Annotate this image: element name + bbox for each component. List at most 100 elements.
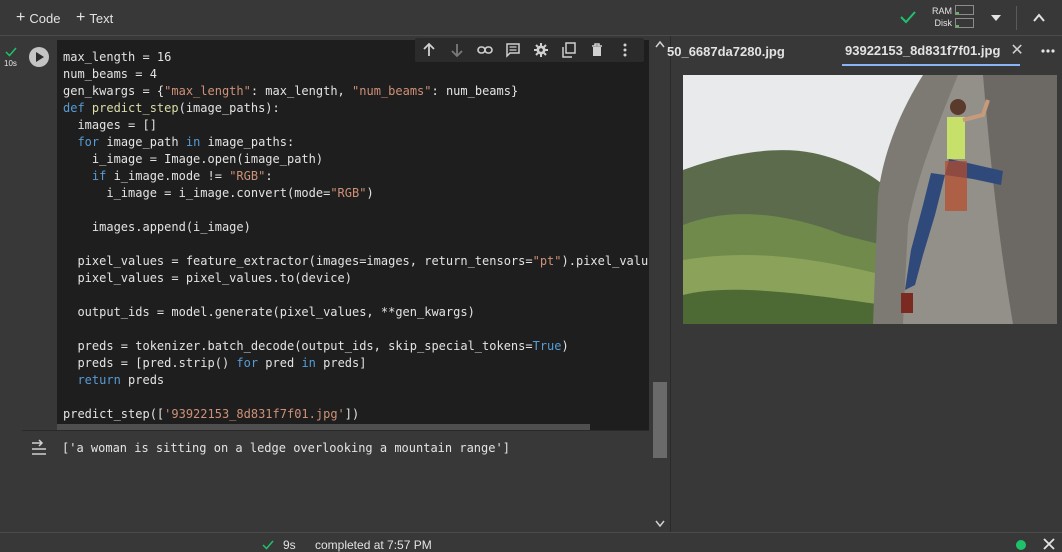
settings-button[interactable] — [527, 39, 555, 61]
code-token: i_image.mode != — [106, 169, 230, 183]
code-line: pixel_values = pixel_values.to(device) — [63, 270, 649, 287]
output-text: ['a woman is sitting on a ledge overlook… — [62, 441, 510, 455]
link-icon — [477, 46, 493, 54]
add-text-label: Text — [89, 10, 114, 26]
run-cell-button[interactable] — [29, 47, 49, 67]
chevron-up-icon[interactable] — [1030, 9, 1048, 27]
code-token: ) — [561, 339, 569, 353]
add-code-button[interactable]: + Code — [16, 9, 60, 27]
code-token: "max_length" — [164, 84, 251, 98]
code-token: images = [] — [63, 118, 157, 132]
code-editor[interactable]: max_length = 16 num_beams = 4 gen_kwargs =… — [57, 40, 649, 432]
scrollbar-thumb[interactable] — [653, 382, 667, 458]
ram-meter-fill — [956, 12, 959, 14]
image-viewer-pane: 50_6687da7280.jpg 93922153_8d831f7f01.jp… — [667, 36, 1062, 532]
code-token: images.append(i_image) — [63, 220, 251, 234]
code-token: preds] — [315, 356, 367, 370]
code-line: predict_step(['93922153_8d831f7f01.jpg']… — [63, 406, 649, 423]
exec-check-icon — [5, 47, 17, 57]
code-line: i_image = Image.open(image_path) — [63, 151, 649, 168]
comment-button[interactable] — [499, 39, 527, 61]
code-token: image_path — [99, 135, 186, 149]
code-token: pred — [258, 356, 302, 370]
plus-icon: + — [16, 9, 26, 26]
plus-icon: + — [76, 9, 86, 26]
arrow-up-icon — [423, 42, 435, 56]
code-token: def — [63, 101, 92, 115]
mirror-cell-button[interactable] — [555, 39, 583, 61]
code-token: max_length = 16 — [63, 50, 172, 64]
run-area — [22, 40, 57, 432]
more-horiz-icon[interactable] — [1040, 43, 1056, 59]
disk-meter-fill — [956, 25, 959, 27]
code-token: : max_length, — [250, 84, 353, 98]
resource-labels[interactable]: RAM Disk — [930, 5, 952, 29]
code-line: if i_image.mode != "RGB": — [63, 168, 649, 185]
code-lines: max_length = 16 num_beams = 4 gen_kwargs =… — [63, 49, 649, 423]
code-line: preds = tokenizer.batch_decode(output_id… — [63, 338, 649, 355]
close-icon[interactable]: ✕ — [1010, 40, 1023, 60]
code-line: gen_kwargs = {"max_length": max_length, … — [63, 83, 649, 100]
code-line: num_beams = 4 — [63, 66, 649, 83]
code-token: "pt" — [532, 254, 562, 268]
code-token: output_ids = model.generate(pixel_values… — [63, 305, 475, 319]
close-icon[interactable] — [1042, 537, 1056, 551]
delete-cell-button[interactable] — [583, 39, 611, 61]
move-up-button[interactable] — [415, 39, 443, 61]
resource-meters[interactable] — [955, 5, 975, 31]
add-code-label: Code — [29, 10, 61, 26]
climber-photo — [683, 75, 1057, 324]
code-line: images.append(i_image) — [63, 219, 649, 236]
more-options-button[interactable] — [611, 39, 639, 61]
connection-status-dot — [1016, 540, 1026, 550]
code-token: pixel_values = pixel_values.to(device) — [63, 271, 352, 285]
disk-meter — [955, 18, 974, 28]
move-down-button[interactable] — [443, 39, 471, 61]
comment-icon — [506, 43, 520, 58]
code-token: : — [265, 169, 273, 183]
notebook-scrollbar[interactable] — [652, 36, 668, 532]
caret-down-icon[interactable] — [988, 10, 1004, 26]
code-token: for — [236, 356, 259, 370]
link-button[interactable] — [471, 39, 499, 61]
code-token: image_paths: — [200, 135, 295, 149]
connected-check-icon — [900, 11, 916, 24]
code-line: output_ids = model.generate(pixel_values… — [63, 304, 649, 321]
code-token: preds = tokenizer.batch_decode(output_id… — [63, 339, 533, 353]
code-token: (image_paths): — [178, 101, 280, 115]
trash-icon — [592, 43, 602, 56]
output-settings-icon[interactable] — [30, 439, 48, 457]
code-line: pixel_values = feature_extractor(images=… — [63, 253, 649, 270]
code-token: "RGB" — [330, 186, 367, 200]
code-line: images = [] — [63, 117, 649, 134]
scroll-down-icon[interactable] — [655, 520, 665, 528]
ram-label: RAM — [932, 6, 952, 16]
tab-image-current[interactable]: 93922153_8d831f7f01.jpg ✕ — [842, 36, 1024, 66]
code-token: gen_kwargs = { — [63, 84, 165, 98]
code-token: predict_step — [91, 101, 179, 115]
code-token: ]) — [344, 407, 360, 421]
code-line: for image_path in image_paths: — [63, 134, 649, 151]
code-token: '93922153_8d831f7f01.jpg' — [164, 407, 345, 421]
code-cell[interactable]: max_length = 16 num_beams = 4 gen_kwargs =… — [22, 40, 649, 464]
scroll-up-icon[interactable] — [655, 40, 665, 48]
add-text-button[interactable]: + Text — [76, 9, 113, 27]
toolbar-divider — [1016, 6, 1017, 30]
exec-time: 10s — [4, 59, 17, 68]
tab-label: 93922153_8d831f7f01.jpg — [845, 42, 1001, 58]
disk-label: Disk — [934, 18, 953, 28]
code-token: ) — [366, 186, 374, 200]
ram-meter — [955, 5, 974, 15]
arrow-down-icon — [451, 44, 463, 58]
code-token: num_beams = 4 — [63, 67, 157, 81]
status-text: completed at 7:57 PM — [315, 538, 432, 552]
code-token: preds — [120, 373, 165, 387]
tab-image-previous[interactable]: 50_6687da7280.jpg — [667, 36, 785, 66]
code-line: def predict_step(image_paths): — [63, 100, 649, 117]
code-token: for — [77, 135, 100, 149]
